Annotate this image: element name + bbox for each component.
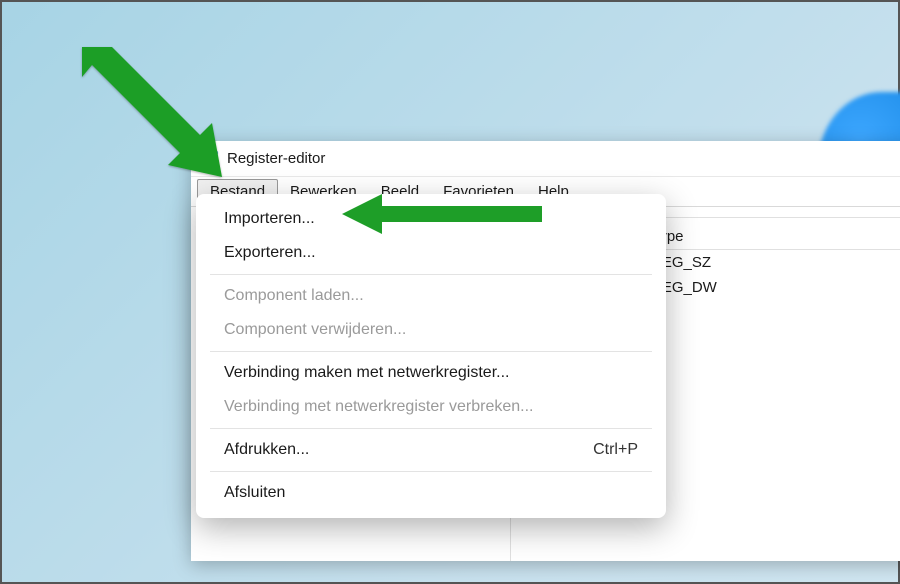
menu-item-component-verwijderen: Component verwijderen... [196,313,666,347]
menu-item-label: Afsluiten [224,484,285,502]
menu-item-label: Verbinding maken met netwerkregister... [224,364,509,382]
titlebar: Register-editor [191,141,900,177]
menu-item-label: Importeren... [224,210,315,228]
menu-item-component-laden: Component laden... [196,279,666,313]
menu-item-shortcut: Ctrl+P [593,441,638,459]
menu-item-verbinding-verbreken: Verbinding met netwerkregister verbreken… [196,390,666,424]
menu-item-exporteren[interactable]: Exporteren... [196,236,666,270]
menu-item-label: Component verwijderen... [224,321,406,339]
file-menu-dropdown: Importeren... Exporteren... Component la… [196,194,666,518]
menu-item-label: Afdrukken... [224,441,309,459]
menu-item-label: Verbinding met netwerkregister verbreken… [224,398,533,416]
window-title: Register-editor [227,150,325,167]
menu-separator [210,428,652,429]
annotation-arrow-icon [72,37,232,187]
menu-item-verbinding-maken[interactable]: Verbinding maken met netwerkregister... [196,356,666,390]
menu-item-label: Exporteren... [224,244,316,262]
cell-type: REG_DW [651,279,771,296]
annotation-arrow-icon [342,194,542,234]
menu-separator [210,274,652,275]
menu-item-afdrukken[interactable]: Afdrukken... Ctrl+P [196,433,666,467]
cell-type: REG_SZ [651,254,771,271]
menu-separator [210,351,652,352]
list-header-type: Type [651,228,771,245]
menu-separator [210,471,652,472]
menu-item-label: Component laden... [224,287,364,305]
menu-item-afsluiten[interactable]: Afsluiten [196,476,666,510]
